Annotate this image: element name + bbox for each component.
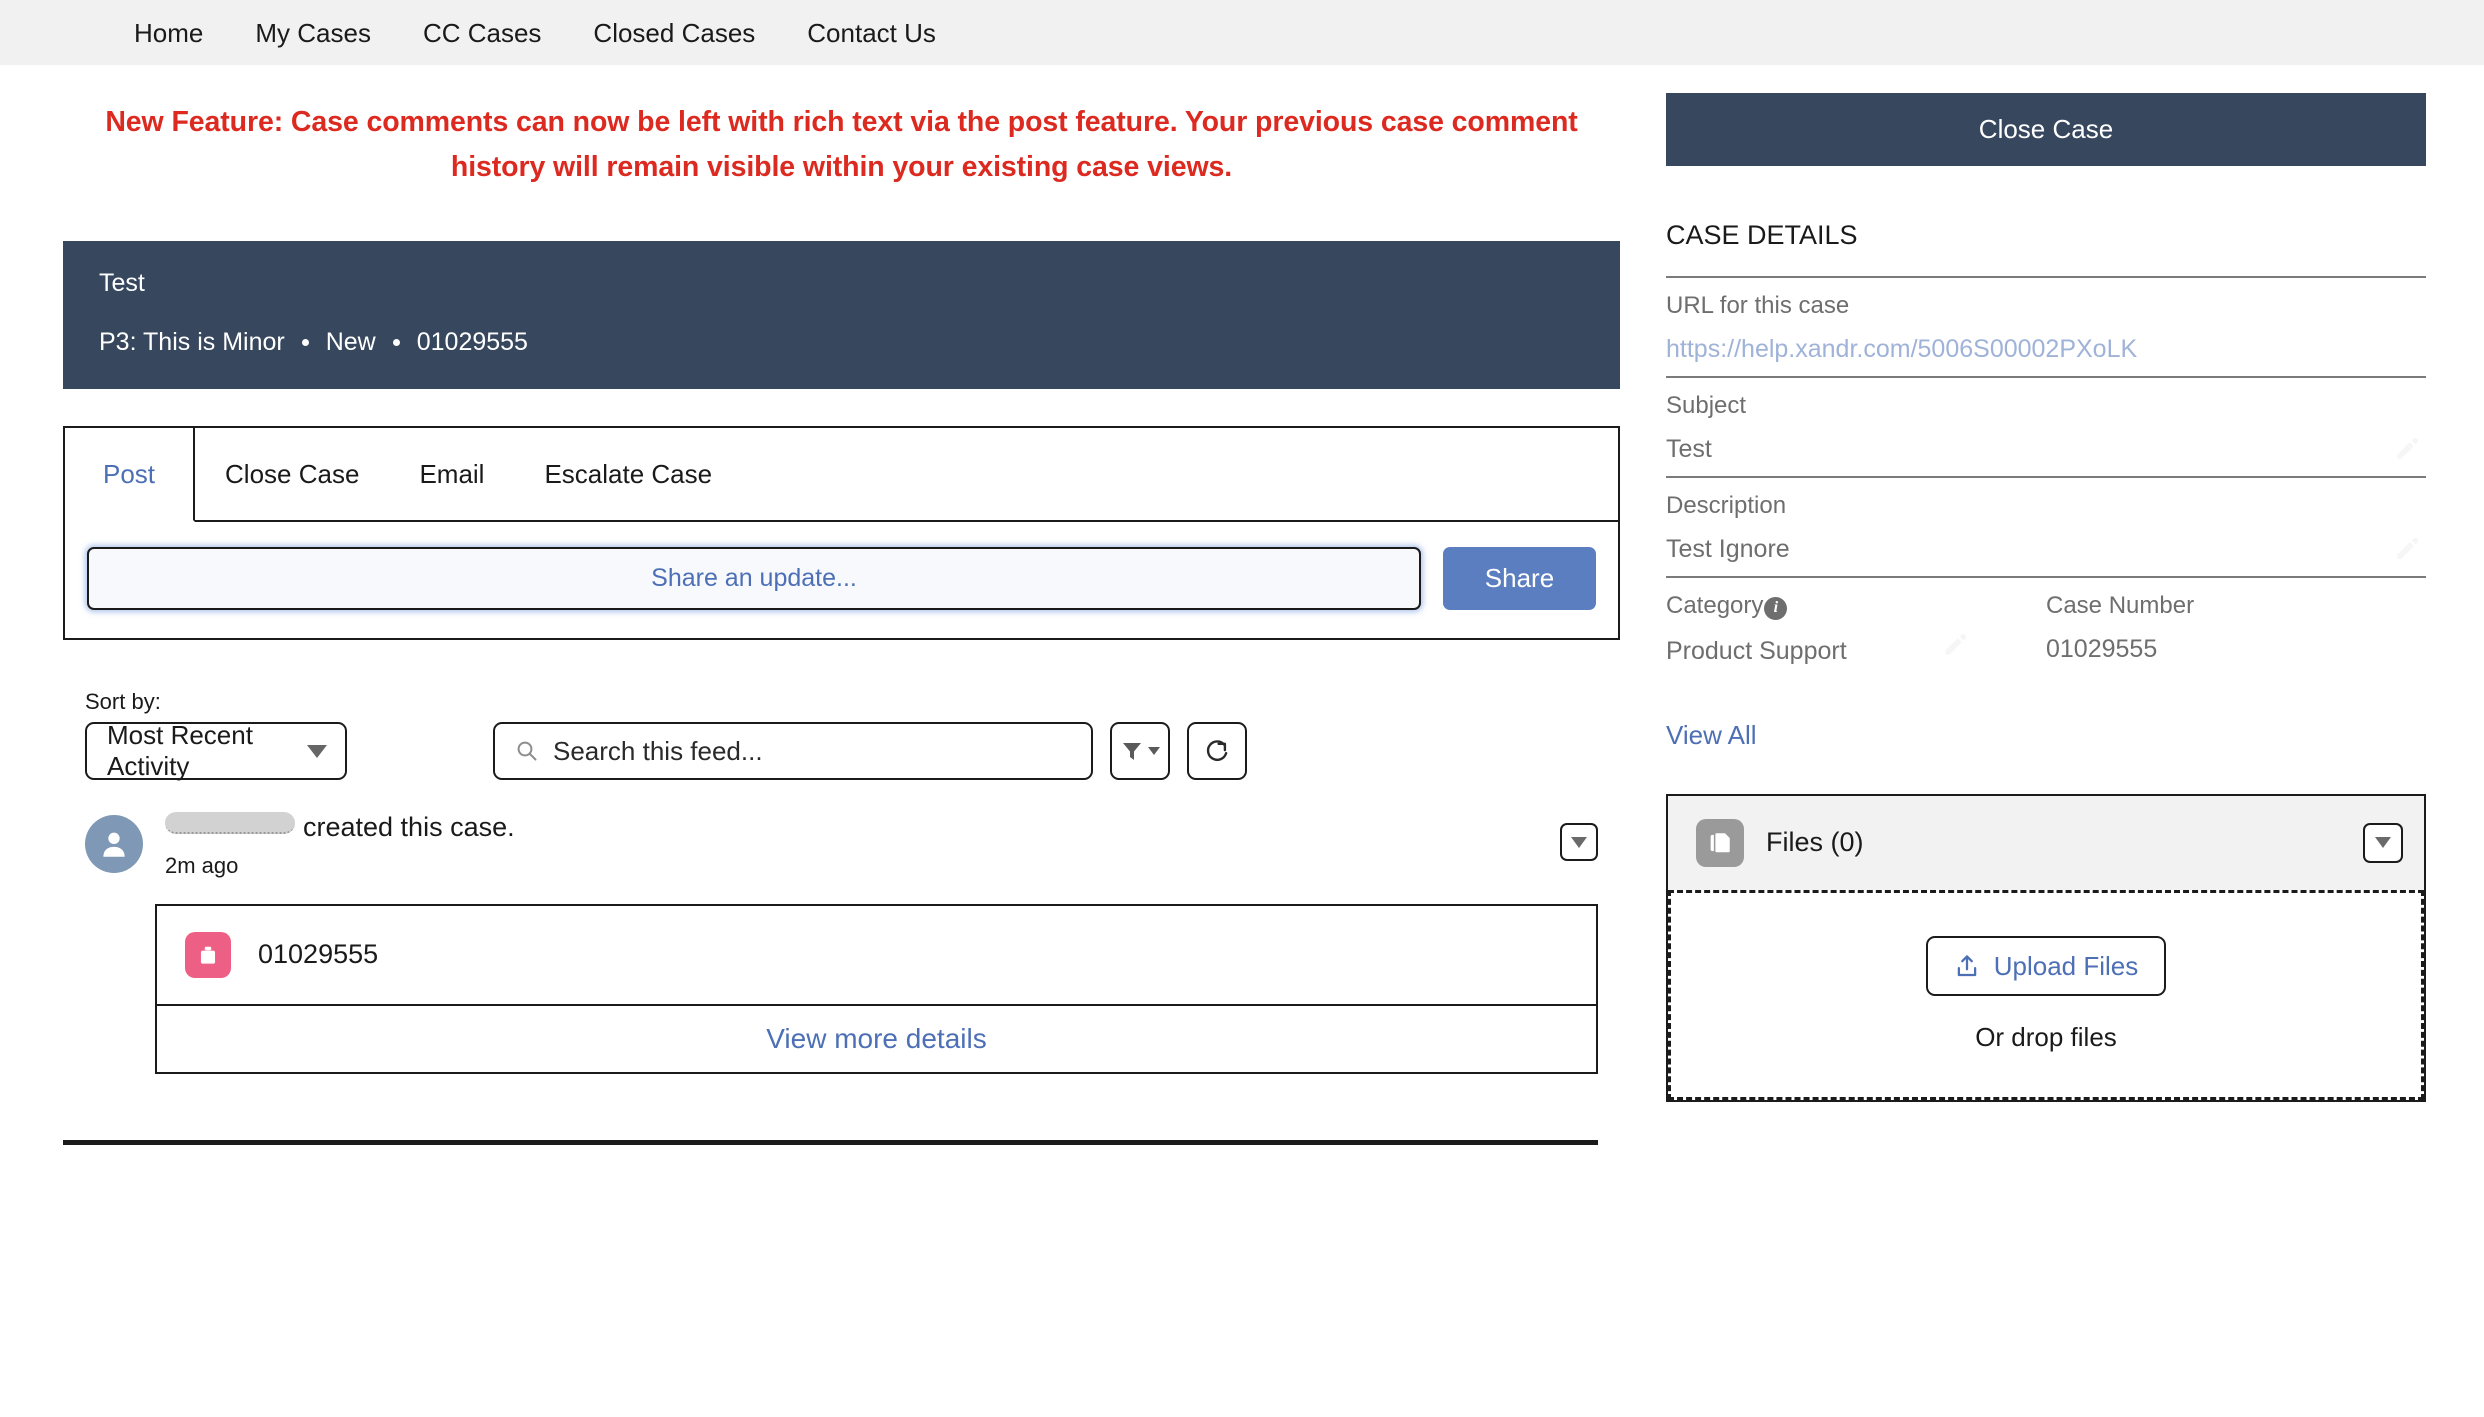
feed-item-timestamp: 2m ago: [165, 852, 239, 878]
sort-by-group: Sort by: Most Recent Activity: [85, 689, 347, 782]
detail-value-description: Test Ignore: [1666, 535, 1790, 563]
files-icon: [1696, 818, 1744, 867]
search-icon: [517, 741, 537, 761]
close-case-button[interactable]: Close Case: [1666, 93, 2426, 166]
feed-toolbar: Sort by: Most Recent Activity Search thi…: [63, 689, 1620, 782]
chevron-down-icon: [2375, 837, 2391, 848]
detail-value-subject: Test: [1666, 435, 1712, 463]
detail-value-category: Product Support: [1666, 636, 1847, 665]
detail-label-url: URL for this case: [1666, 292, 1850, 319]
detail-label-category: Category: [1666, 592, 1764, 619]
files-panel-header: Files (0): [1668, 795, 2424, 890]
detail-row-description: Description Test Ignore: [1666, 476, 2426, 576]
nav-item-home[interactable]: Home: [134, 20, 203, 46]
file-dropzone[interactable]: Upload Files Or drop files: [1668, 889, 2424, 1100]
document-copy-icon: [1710, 831, 1732, 854]
info-icon[interactable]: i: [1764, 596, 1788, 620]
user-icon: [103, 832, 125, 857]
feed-item-body: created this case. 2m ago: [165, 812, 1560, 878]
filter-button[interactable]: [1110, 722, 1170, 781]
chevron-down-icon: [307, 744, 327, 758]
view-more-details-link[interactable]: View more details: [766, 1023, 986, 1055]
tabbar-filler: [742, 428, 1618, 523]
page-body: New Feature: Case comments can now be le…: [0, 65, 2484, 1145]
files-panel-title: Files (0): [1766, 827, 1864, 857]
author-name-redacted: [165, 812, 295, 835]
detail-row-subject: Subject Test: [1666, 376, 2426, 476]
upload-files-button[interactable]: Upload Files: [1925, 936, 2167, 996]
tab-email[interactable]: Email: [389, 428, 515, 523]
nav-item-closed-cases[interactable]: Closed Cases: [593, 20, 755, 46]
edit-pencil-icon[interactable]: [2394, 436, 2420, 462]
files-panel: Files (0) Upload Files Or drop files: [1666, 793, 2426, 1102]
separator-dot-icon: [301, 339, 309, 347]
related-record-card: 01029555 View more details: [155, 903, 1598, 1074]
detail-value-case-number: 01029555: [2046, 635, 2158, 663]
case-header: Test P3: This is Minor New 01029555: [63, 241, 1620, 390]
upload-files-label: Upload Files: [1993, 950, 2139, 981]
refresh-icon: [1206, 740, 1228, 762]
search-placeholder-text: Search this feed...: [553, 735, 763, 766]
feed-item-menu-button[interactable]: [1560, 823, 1598, 862]
case-details-heading: CASE DETAILS: [1666, 220, 1858, 250]
edit-pencil-icon[interactable]: [2394, 536, 2420, 562]
case-status: New: [325, 328, 376, 357]
record-card-header: 01029555: [157, 906, 1596, 1004]
record-card-footer: View more details: [157, 1003, 1596, 1072]
case-meta: P3: This is Minor New 01029555: [99, 330, 1584, 355]
feed-item-action: created this case.: [303, 812, 515, 843]
feed-item-headline: created this case.: [165, 812, 1560, 843]
feed-bottom-divider: [63, 1139, 1598, 1145]
share-update-input[interactable]: Share an update...: [87, 547, 1421, 611]
sort-by-label: Sort by:: [85, 689, 161, 715]
detail-label-subject: Subject: [1666, 392, 1747, 419]
feed-item: created this case. 2m ago: [63, 812, 1620, 878]
publisher-card: Post Close Case Email Escalate Case Shar…: [63, 426, 1620, 641]
nav-item-cc-cases[interactable]: CC Cases: [423, 20, 541, 46]
case-title: Test: [99, 269, 145, 298]
filter-icon: [1123, 743, 1141, 761]
briefcase-icon: [200, 946, 216, 964]
tab-escalate-case[interactable]: Escalate Case: [514, 428, 743, 523]
case-number: 01029555: [416, 328, 528, 357]
main-column: New Feature: Case comments can now be le…: [0, 65, 1620, 1145]
nav-item-contact-us[interactable]: Contact Us: [807, 20, 936, 46]
upload-icon: [1957, 955, 1976, 977]
files-panel-toggle-button[interactable]: [2363, 822, 2403, 863]
detail-cell-case-number: Case Number 01029555: [2046, 594, 2426, 664]
tab-post[interactable]: Post: [65, 428, 196, 523]
nav-item-my-cases[interactable]: My Cases: [255, 20, 371, 46]
separator-dot-icon: [392, 339, 400, 347]
record-case-number: 01029555: [258, 939, 379, 970]
detail-cell-category: Category i Product Support: [1666, 594, 2046, 664]
drop-files-hint: Or drop files: [1975, 1022, 2117, 1052]
case-priority: P3: This is Minor: [99, 328, 285, 357]
chevron-down-icon: [1148, 747, 1160, 756]
detail-row-category-case-number: Category i Product Support Case Number 01…: [1666, 576, 2426, 678]
feed-toolbar-right: Search this feed...: [493, 722, 1247, 781]
case-icon: [185, 931, 231, 978]
avatar[interactable]: [85, 815, 143, 874]
detail-label-case-number: Case Number: [2046, 592, 2195, 619]
search-feed-input[interactable]: Search this feed...: [493, 722, 1093, 781]
tab-close-case[interactable]: Close Case: [195, 428, 390, 523]
detail-value-url[interactable]: https://help.xandr.com/5006S00002PXoLK: [1666, 337, 2426, 362]
sort-by-value: Most Recent Activity: [107, 720, 253, 782]
detail-row-url: URL for this case https://help.xandr.com…: [1666, 276, 2426, 376]
view-all-link[interactable]: View All: [1666, 720, 1757, 751]
chevron-down-icon: [1571, 836, 1587, 848]
feature-announcement-banner: New Feature: Case comments can now be le…: [105, 106, 1578, 184]
main-navigation: Home My Cases CC Cases Closed Cases Cont…: [0, 0, 2484, 65]
sort-by-select[interactable]: Most Recent Activity: [85, 720, 347, 782]
case-details-sidebar: Close Case CASE DETAILS URL for this cas…: [1666, 65, 2426, 1102]
publisher-tabs: Post Close Case Email Escalate Case: [65, 428, 1618, 523]
edit-pencil-icon[interactable]: [1942, 632, 1968, 658]
detail-label-description: Description: [1666, 492, 1787, 519]
share-button[interactable]: Share: [1443, 547, 1596, 611]
post-composer: Share an update... Share: [65, 522, 1618, 638]
refresh-button[interactable]: [1187, 722, 1247, 781]
